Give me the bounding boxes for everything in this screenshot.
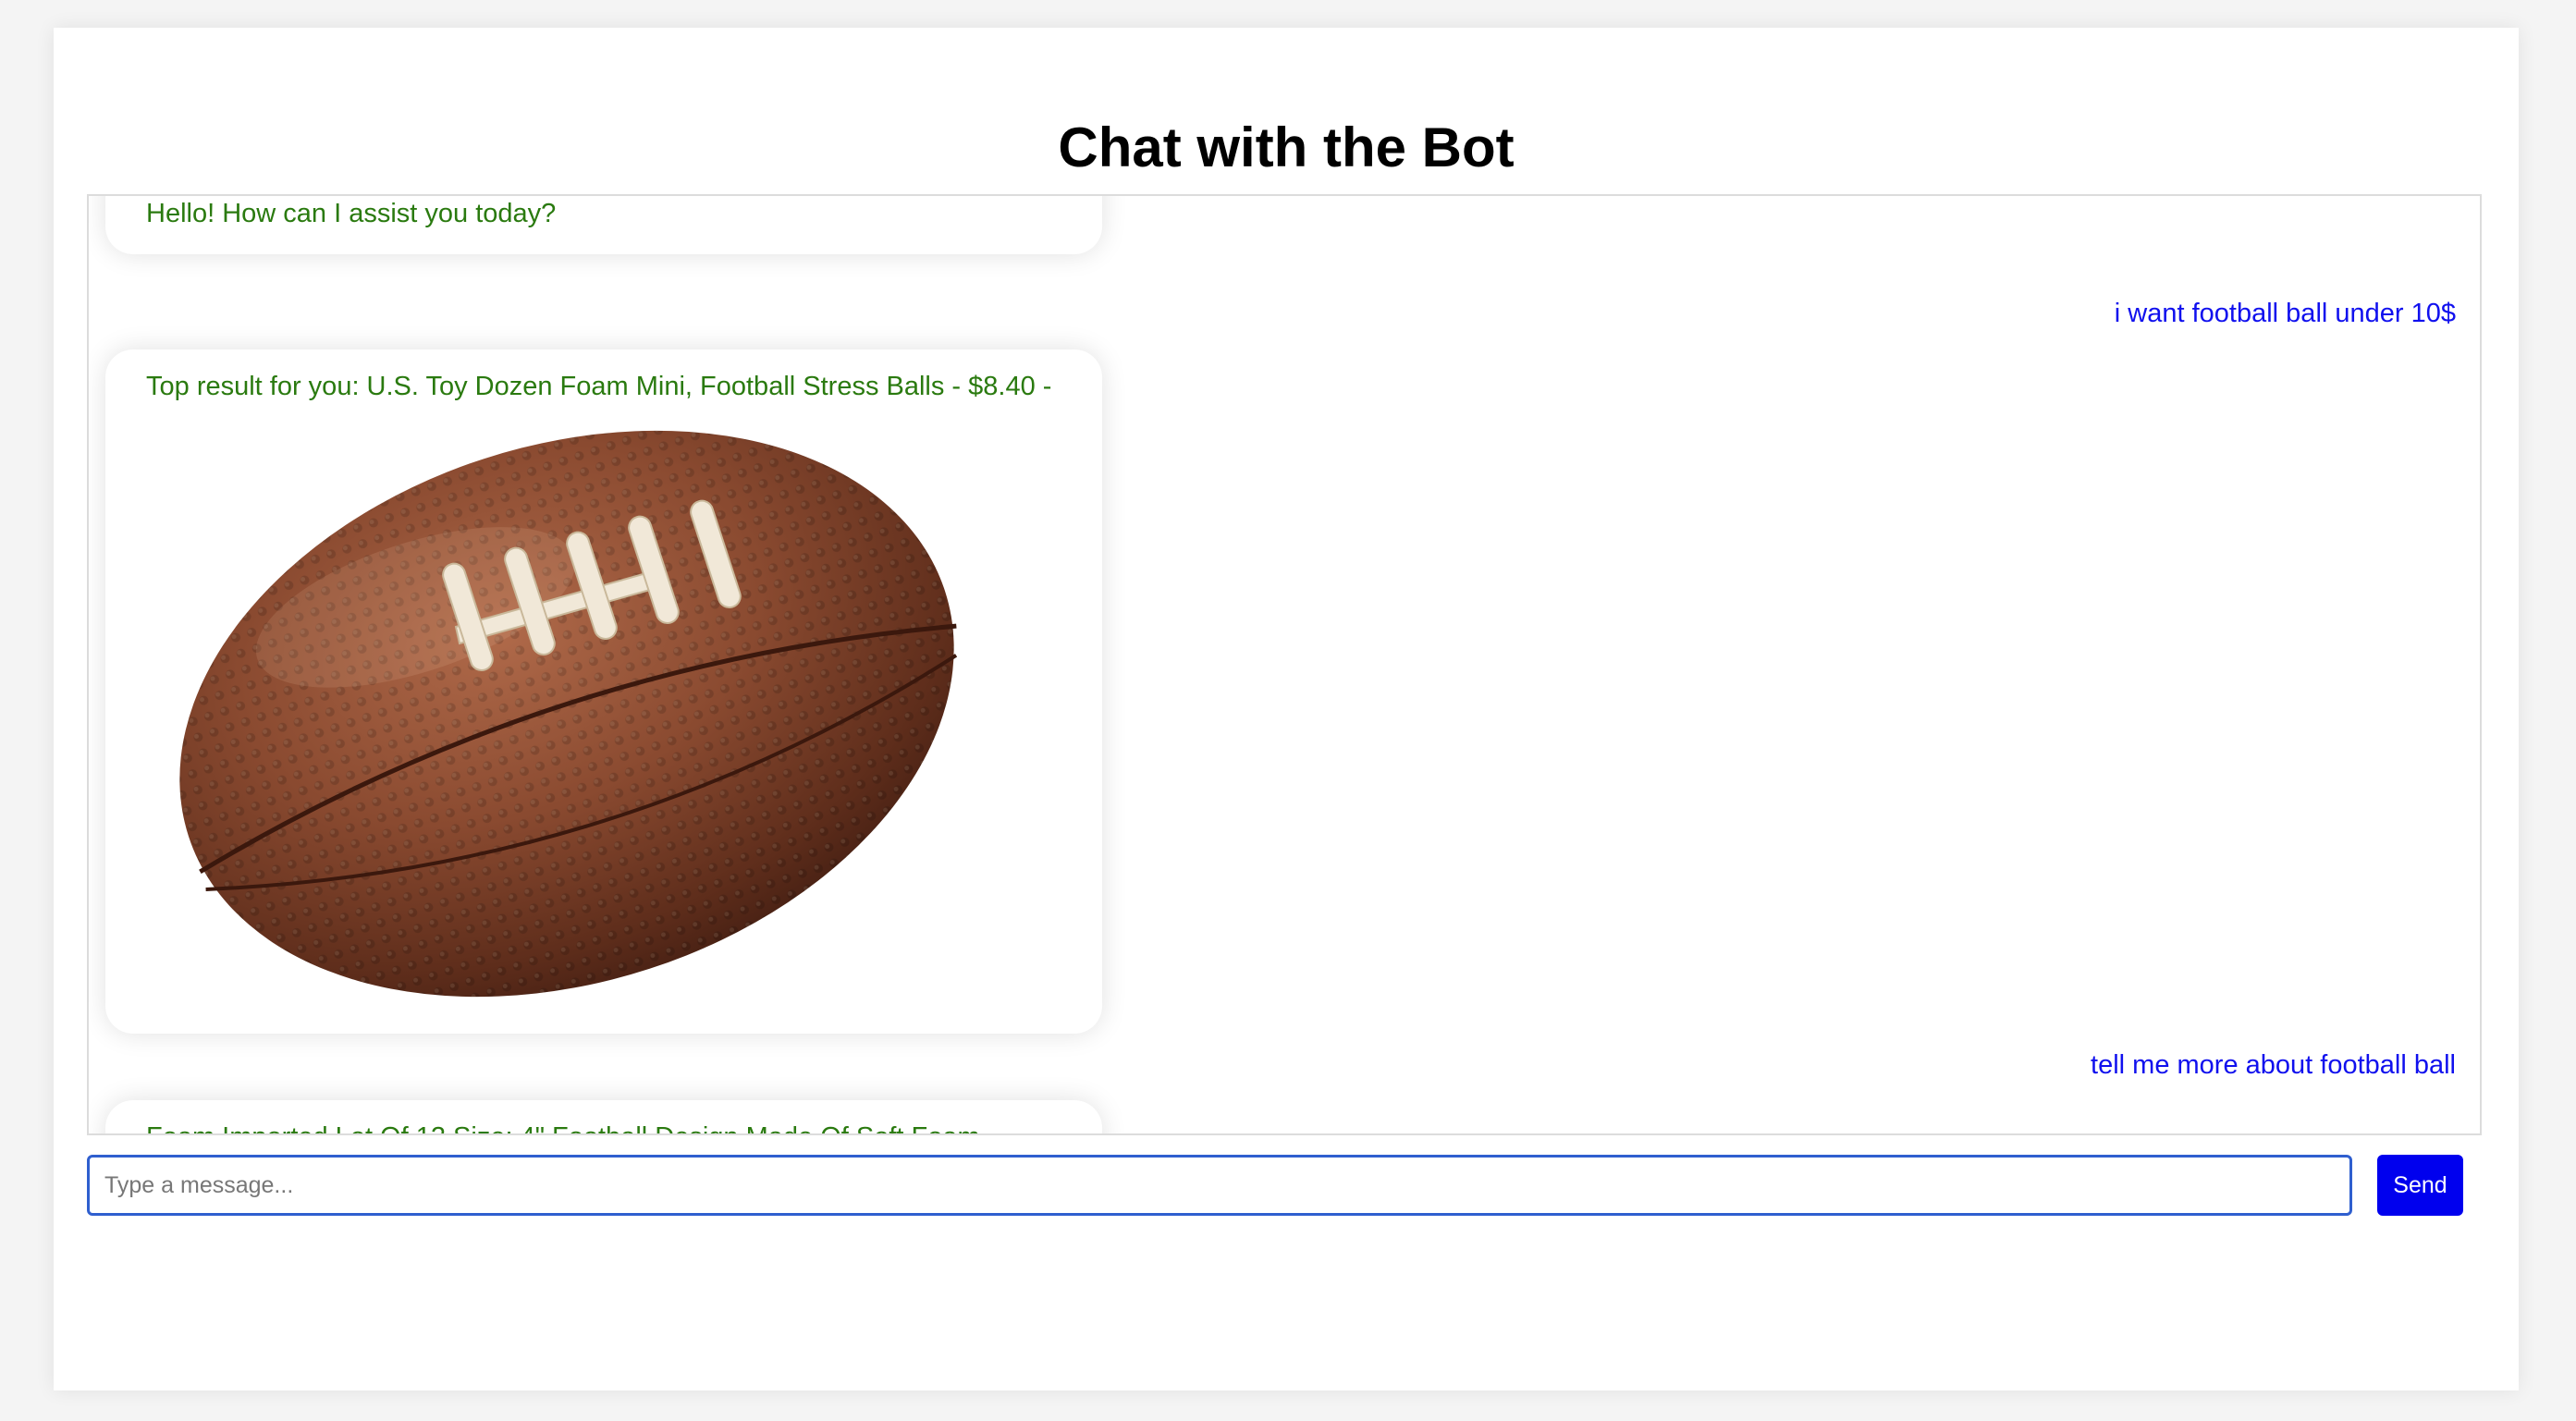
chat-page: Chat with the Bot Hello! How can I assis… [54,28,2519,1390]
bot-message-product: Top result for you: U.S. Toy Dozen Foam … [105,349,1102,1034]
bot-message-text: Foam Imported Lot Of 12 Size: 4" Footbal… [146,1121,987,1133]
user-message: i want football ball under 10$ [2114,299,2456,328]
bot-message: Hello! How can I assist you today? [105,196,1102,254]
bot-message: Foam Imported Lot Of 12 Size: 4" Footbal… [105,1100,1102,1133]
chat-messages-panel[interactable]: Hello! How can I assist you today? i wan… [87,194,2482,1135]
bot-message-text: Top result for you: U.S. Toy Dozen Foam … [146,372,1052,401]
user-message: tell me more about football ball [2091,1050,2456,1080]
page-title: Chat with the Bot [1058,116,1515,178]
send-button[interactable]: Send [2377,1155,2463,1216]
football-product-image [179,430,958,998]
message-input[interactable] [87,1155,2352,1216]
bot-message-text: Hello! How can I assist you today? [146,199,557,228]
